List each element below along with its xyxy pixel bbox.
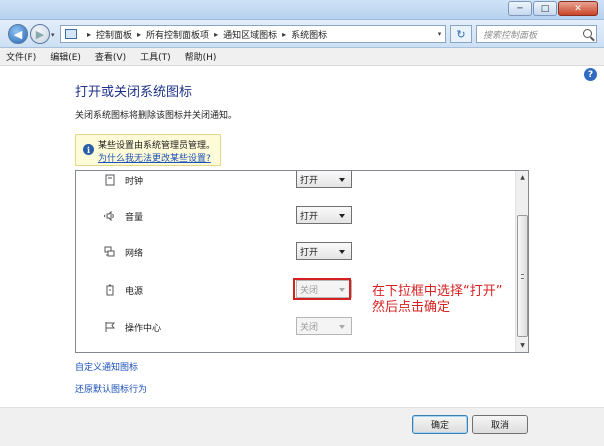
volume-icon: [104, 210, 114, 222]
item-label: 音量: [125, 213, 144, 223]
recent-pages-dropdown-icon[interactable]: ▾: [51, 31, 55, 39]
select-value: 关闭: [300, 322, 319, 333]
search-icon[interactable]: [583, 29, 592, 38]
menu-bar: 文件(F) 编辑(E) 查看(V) 工具(T) 帮助(H): [0, 48, 604, 66]
select-value: 打开: [300, 211, 319, 222]
cancel-button[interactable]: 取消: [472, 415, 528, 434]
chevron-down-icon: [339, 325, 345, 329]
customize-notification-icons-link[interactable]: 自定义通知图标: [75, 360, 138, 373]
volume-state-select[interactable]: 打开: [296, 206, 352, 224]
scroll-up-icon[interactable]: ▲: [516, 171, 528, 184]
highlight-box: [293, 278, 351, 300]
minimize-button[interactable]: ─: [508, 1, 532, 16]
list-item: 网络 打开: [76, 242, 516, 262]
breadcrumb-separator[interactable]: ▸: [282, 30, 286, 39]
select-value: 打开: [300, 175, 319, 186]
info-icon: i: [83, 144, 94, 155]
instruction-annotation: 在下拉框中选择“打开” 然后点击确定: [372, 284, 552, 316]
forward-button[interactable]: ▶: [30, 24, 50, 44]
breadcrumb-all-items[interactable]: 所有控制面板项: [146, 28, 209, 41]
page-title: 打开或关闭系统图标: [75, 85, 193, 100]
system-icons-list: 时钟 打开 音量 打开 网络 打开 电源 关闭 操作中心 关闭 ▲ ▼: [75, 170, 529, 353]
address-dropdown-icon[interactable]: ▾: [433, 25, 446, 43]
why-cant-change-link[interactable]: 为什么我无法更改某些设置?: [98, 151, 211, 164]
breadcrumb-control-panel[interactable]: 控制面板: [96, 28, 132, 41]
breadcrumb-separator[interactable]: ▸: [137, 30, 141, 39]
action-center-state-select[interactable]: 关闭: [296, 317, 352, 335]
action-center-flag-icon: [105, 322, 116, 332]
admin-info-bar: i 某些设置由系统管理员管理。 为什么我无法更改某些设置?: [75, 134, 221, 166]
search-placeholder: 搜索控制面板: [483, 30, 538, 41]
clock-state-select[interactable]: 打开: [296, 171, 352, 188]
menu-help[interactable]: 帮助(H): [185, 50, 217, 63]
grip-icon: [521, 274, 524, 279]
title-bar: ─ □ ✕: [0, 0, 604, 20]
menu-tools[interactable]: 工具(T): [140, 50, 171, 63]
menu-view[interactable]: 查看(V): [95, 50, 126, 63]
search-input[interactable]: 搜索控制面板: [476, 25, 597, 43]
info-message: 某些设置由系统管理员管理。: [98, 141, 216, 151]
list-item: 时钟 打开: [76, 171, 516, 190]
item-label: 操作中心: [125, 324, 162, 334]
button-footer: 确定 取消: [0, 407, 604, 446]
list-item: 音量 打开: [76, 206, 516, 226]
annotation-line-1: 在下拉框中选择“打开”: [372, 284, 503, 299]
scroll-down-icon[interactable]: ▼: [516, 339, 528, 352]
help-icon[interactable]: ?: [584, 68, 597, 81]
annotation-line-2: 然后点击确定: [372, 300, 451, 315]
clock-icon: [105, 174, 115, 186]
page-description: 关闭系统图标将删除该图标并关闭通知。: [75, 111, 238, 121]
close-button[interactable]: ✕: [558, 1, 598, 16]
back-button[interactable]: ◀: [8, 24, 28, 44]
item-label: 网络: [125, 249, 144, 259]
item-label: 电源: [125, 287, 144, 297]
menu-edit[interactable]: 编辑(E): [50, 50, 81, 63]
breadcrumb-separator[interactable]: ▸: [214, 30, 218, 39]
breadcrumb-separator[interactable]: ▸: [87, 30, 91, 39]
navigation-bar: ◀ ▶ ▾ ▸ 控制面板 ▸ 所有控制面板项 ▸ 通知区域图标 ▸ 系统图标 ▾…: [0, 20, 604, 48]
scrollbar-thumb[interactable]: [517, 215, 528, 337]
power-icon: [106, 284, 114, 296]
address-bar[interactable]: ▸ 控制面板 ▸ 所有控制面板项 ▸ 通知区域图标 ▸ 系统图标: [60, 25, 446, 43]
select-value: 打开: [300, 247, 319, 258]
menu-file[interactable]: 文件(F): [6, 50, 36, 63]
network-icon: [104, 246, 115, 257]
item-label: 时钟: [125, 177, 144, 187]
chevron-down-icon: [339, 214, 345, 218]
chevron-down-icon: [339, 250, 345, 254]
content-area: ? 打开或关闭系统图标 关闭系统图标将删除该图标并关闭通知。 i 某些设置由系统…: [0, 66, 604, 446]
window-controls: ─ □ ✕: [507, 1, 598, 16]
restore-default-behaviors-link[interactable]: 还原默认图标行为: [75, 382, 147, 395]
refresh-button[interactable]: ↻: [450, 25, 472, 43]
breadcrumb-system-icons[interactable]: 系统图标: [291, 28, 327, 41]
list-scrollbar[interactable]: ▲ ▼: [515, 171, 528, 352]
chevron-down-icon: [339, 178, 345, 182]
maximize-button[interactable]: □: [533, 1, 557, 16]
breadcrumb-notification-icons[interactable]: 通知区域图标: [223, 28, 277, 41]
ok-button[interactable]: 确定: [412, 415, 468, 434]
control-panel-icon: [65, 29, 77, 39]
list-item: 操作中心 关闭: [76, 317, 516, 337]
network-state-select[interactable]: 打开: [296, 242, 352, 260]
